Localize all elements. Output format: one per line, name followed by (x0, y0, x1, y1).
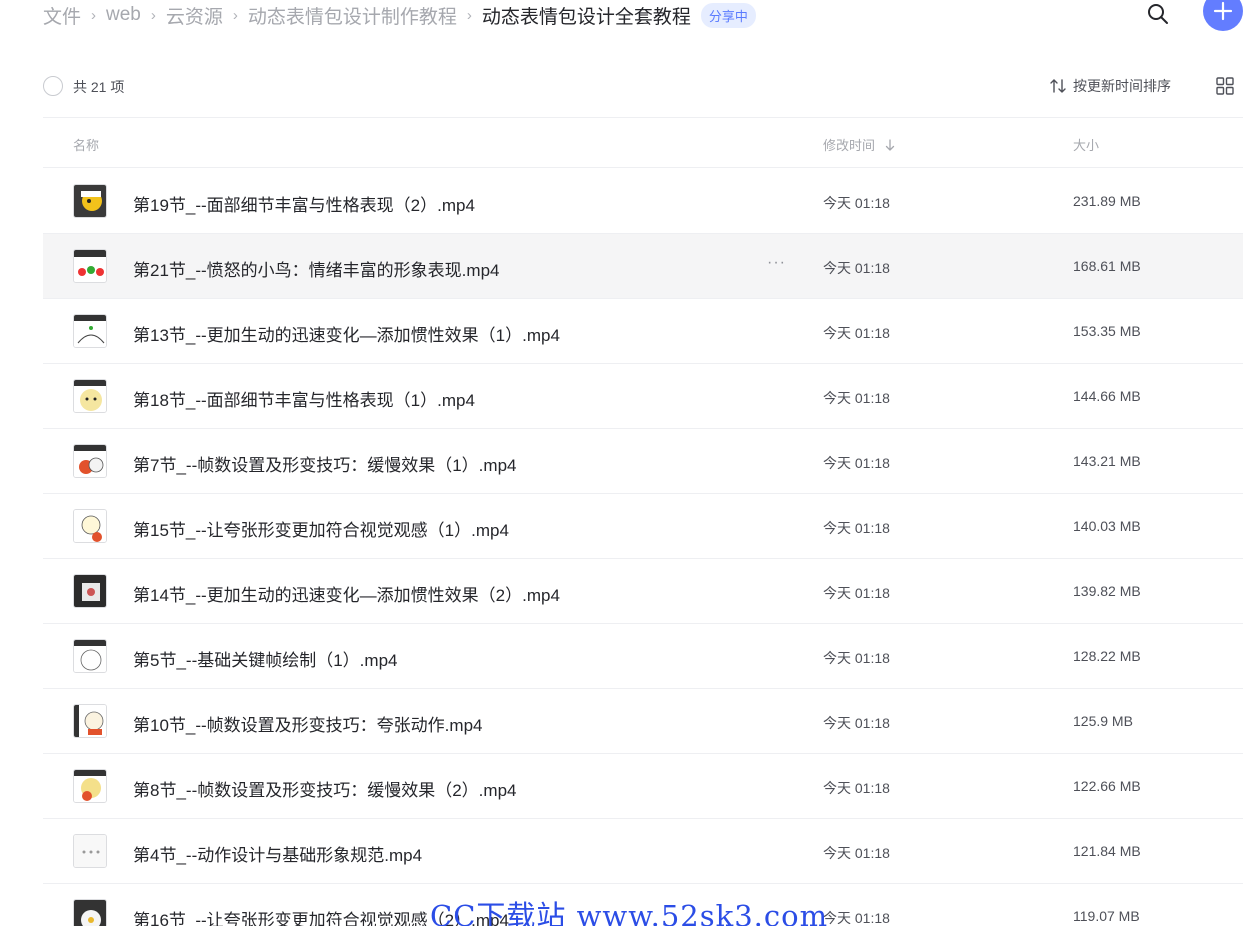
file-size: 143.21 MB (1073, 453, 1141, 469)
breadcrumb: 文件 › web › 云资源 › 动态表情包设计制作教程 › 动态表情包设计全套… (43, 0, 756, 30)
column-header-modified[interactable]: 修改时间 (823, 135, 897, 154)
file-name[interactable]: 第19节_--面部细节丰富与性格表现（2）.mp4 (133, 191, 475, 216)
file-name[interactable]: 第5节_--基础关键帧绘制（1）.mp4 (133, 646, 397, 671)
add-button[interactable] (1203, 0, 1243, 31)
video-thumbnail (73, 314, 107, 348)
column-header-modified-label: 修改时间 (823, 138, 876, 153)
file-row[interactable]: 第19节_--面部细节丰富与性格表现（2）.mp4 今天 01:18 231.89 … (43, 169, 1243, 234)
file-row[interactable]: 第21节_--愤怒的小鸟：情绪丰富的形象表现.mp4 ··· 今天 01:18 168… (43, 234, 1243, 299)
item-count: 共 21 项 (73, 79, 125, 95)
grid-view-icon (1216, 77, 1234, 95)
file-name[interactable]: 第8节_--帧数设置及形变技巧：缓慢效果（2）.mp4 (133, 776, 516, 801)
file-row[interactable]: 第7节_--帧数设置及形变技巧：缓慢效果（1）.mp4 今天 01:18 143.2… (43, 429, 1243, 494)
file-size: 125.9 MB (1073, 713, 1133, 729)
sort-button[interactable]: 按更新时间排序 (1049, 75, 1171, 97)
file-name[interactable]: 第10节_--帧数设置及形变技巧：夸张动作.mp4 (133, 711, 482, 736)
select-all-checkbox[interactable] (43, 76, 63, 96)
video-thumbnail (73, 574, 107, 608)
breadcrumb-item-tutorial[interactable]: 动态表情包设计制作教程 (248, 2, 457, 29)
file-size: 140.03 MB (1073, 518, 1141, 534)
file-name[interactable]: 第15节_--让夸张形变更加符合视觉观感（1）.mp4 (133, 516, 509, 541)
video-thumbnail (73, 639, 107, 673)
video-thumbnail (73, 444, 107, 478)
file-name[interactable]: 第18节_--面部细节丰富与性格表现（1）.mp4 (133, 386, 475, 411)
file-modified-time: 今天 01:18 (823, 195, 890, 211)
video-thumbnail (73, 834, 107, 868)
search-icon (1148, 4, 1168, 24)
file-modified-time: 今天 01:18 (823, 845, 890, 861)
breadcrumb-item-files[interactable]: 文件 (43, 2, 81, 29)
file-modified-time: 今天 01:18 (823, 585, 890, 601)
file-size: 231.89 MB (1073, 193, 1141, 209)
sort-icon (1050, 79, 1066, 93)
video-thumbnail (73, 379, 107, 413)
more-options-button[interactable]: ··· (767, 254, 786, 272)
video-thumbnail (73, 899, 107, 926)
video-thumbnail (73, 184, 107, 218)
video-thumbnail (73, 249, 107, 283)
sharing-badge: 分享中 (700, 2, 756, 28)
video-thumbnail (73, 704, 107, 738)
file-modified-time: 今天 01:18 (823, 520, 890, 536)
plus-icon (1213, 1, 1233, 21)
file-size: 119.07 MB (1073, 908, 1140, 924)
file-modified-time: 今天 01:18 (823, 260, 890, 276)
file-row[interactable]: 第18节_--面部细节丰富与性格表现（1）.mp4 今天 01:18 144.66 … (43, 364, 1243, 429)
file-modified-time: 今天 01:18 (823, 325, 890, 341)
breadcrumb-item-web[interactable]: web (106, 4, 141, 26)
file-row[interactable]: 第13节_--更加生动的迅速变化—添加惯性效果（1）.mp4 今天 01:18 15… (43, 299, 1243, 364)
table-header: 名称 修改时间 大小 (43, 118, 1243, 168)
file-name[interactable]: 第13节_--更加生动的迅速变化—添加惯性效果（1）.mp4 (133, 321, 560, 346)
file-name[interactable]: 第7节_--帧数设置及形变技巧：缓慢效果（1）.mp4 (133, 451, 516, 476)
file-modified-time: 今天 01:18 (823, 390, 890, 406)
file-row[interactable]: 第10节_--帧数设置及形变技巧：夸张动作.mp4 今天 01:18 125.9 M… (43, 689, 1243, 754)
file-name[interactable]: 第21节_--愤怒的小鸟：情绪丰富的形象表现.mp4 (133, 256, 499, 281)
file-name[interactable]: 第14节_--更加生动的迅速变化—添加惯性效果（2）.mp4 (133, 581, 560, 606)
file-list: 第19节_--面部细节丰富与性格表现（2）.mp4 今天 01:18 231.89 … (43, 169, 1243, 926)
file-size: 139.82 MB (1073, 583, 1141, 599)
grid-view-button[interactable] (1215, 76, 1235, 96)
file-size: 168.61 MB (1073, 258, 1141, 274)
file-size: 128.22 MB (1073, 648, 1141, 664)
video-thumbnail (73, 509, 107, 543)
breadcrumb-separator: › (466, 6, 472, 24)
file-size: 121.84 MB (1073, 843, 1141, 859)
arrow-down-icon (885, 138, 895, 151)
column-header-name[interactable]: 名称 (73, 135, 99, 154)
breadcrumb-item-cloud[interactable]: 云资源 (166, 2, 223, 29)
file-row[interactable]: 第4节_--动作设计与基础形象规范.mp4 今天 01:18 121.84 MB (43, 819, 1243, 884)
search-button[interactable] (1146, 2, 1170, 26)
breadcrumb-separator: › (150, 6, 156, 24)
breadcrumb-separator: › (232, 6, 238, 24)
breadcrumb-separator: › (91, 6, 97, 24)
top-bar: 文件 › web › 云资源 › 动态表情包设计制作教程 › 动态表情包设计全套… (0, 0, 1253, 31)
file-row[interactable]: 第15节_--让夸张形变更加符合视觉观感（1）.mp4 今天 01:18 140.0… (43, 494, 1243, 559)
column-header-size[interactable]: 大小 (1073, 135, 1099, 154)
breadcrumb-current: 动态表情包设计全套教程 (481, 6, 691, 28)
file-modified-time: 今天 01:18 (823, 455, 890, 471)
file-row[interactable]: 第8节_--帧数设置及形变技巧：缓慢效果（2）.mp4 今天 01:18 122.6… (43, 754, 1243, 819)
sort-label: 按更新时间排序 (1073, 78, 1171, 94)
list-toolbar: 共 21 项 按更新时间排序 (43, 72, 1243, 100)
file-size: 144.66 MB (1073, 388, 1141, 404)
file-row[interactable]: 第14节_--更加生动的迅速变化—添加惯性效果（2）.mp4 今天 01:18 13… (43, 559, 1243, 624)
file-name[interactable]: 第4节_--动作设计与基础形象规范.mp4 (133, 841, 422, 866)
file-modified-time: 今天 01:18 (823, 780, 890, 796)
video-thumbnail (73, 769, 107, 803)
file-size: 122.66 MB (1073, 778, 1141, 794)
watermark: CC下载站 www.52sk3.com (430, 899, 829, 926)
file-modified-time: 今天 01:18 (823, 715, 890, 731)
file-size: 153.35 MB (1073, 323, 1141, 339)
file-modified-time: 今天 01:18 (823, 650, 890, 666)
file-row[interactable]: 第5节_--基础关键帧绘制（1）.mp4 今天 01:18 128.22 MB (43, 624, 1243, 689)
file-modified-time: 今天 01:18 (823, 910, 890, 926)
